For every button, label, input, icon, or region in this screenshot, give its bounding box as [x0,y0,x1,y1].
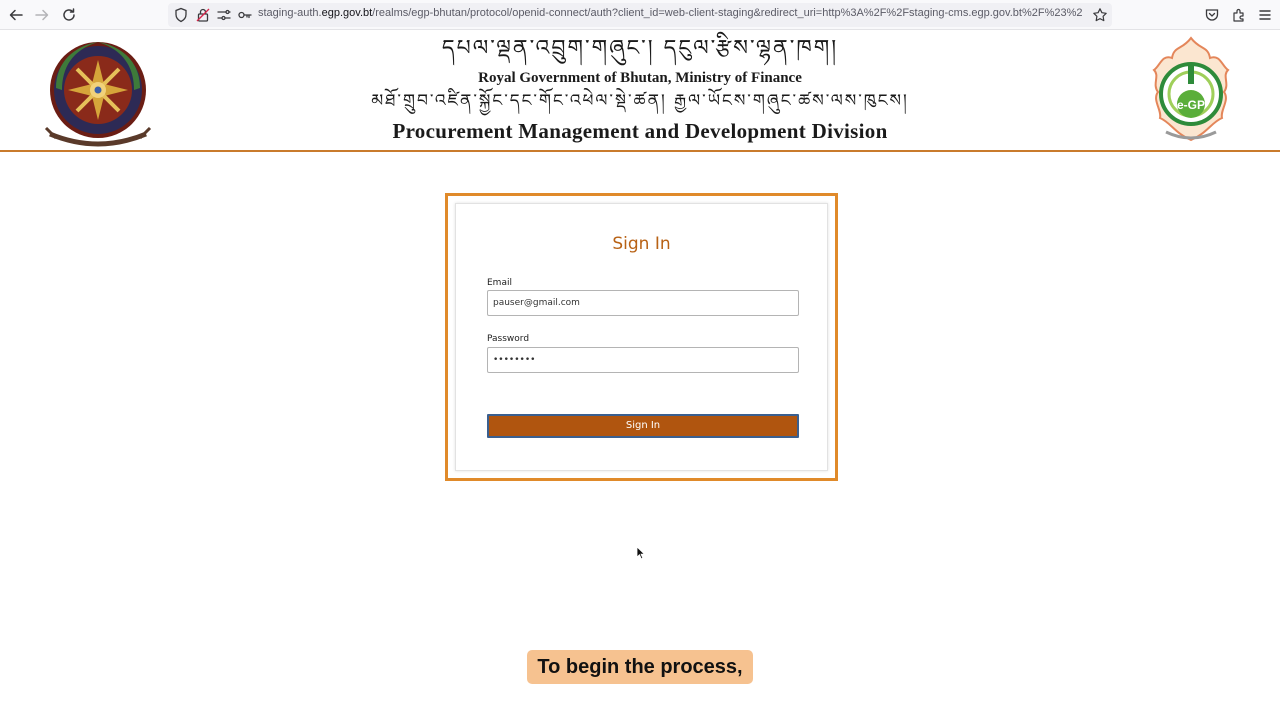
signin-button[interactable]: Sign In [487,414,799,438]
permissions-icon[interactable] [193,5,213,25]
tracking-settings-icon[interactable] [214,5,234,25]
bookmark-star-icon[interactable] [1090,5,1110,25]
site-header: དཔལ་ལྡན་འབྲུག་གཞུང་། དངུལ་རྩིས་ལྷན་ཁག། R… [0,30,1280,152]
url-host-prefix: staging-auth. [258,7,322,19]
video-caption: To begin the process, [527,650,753,684]
pocket-icon[interactable] [1202,5,1222,25]
email-field[interactable]: pauser@gmail.com [487,290,799,316]
signin-title: Sign In [612,234,671,254]
division-title: Procurement Management and Development D… [392,119,888,143]
extensions-icon[interactable] [1229,5,1249,25]
bhutan-emblem-logo [44,42,152,147]
tibetan-division-title: མཐོ་གྲུབ་འཛིན་སྐྱོང་དང་གོང་འཕེལ་སྡེ་ཚན། … [371,91,909,111]
header-titles: དཔལ་ལྡན་འབྲུག་གཞུང་། དངུལ་རྩིས་ལྷན་ཁག། R… [300,30,980,144]
signin-card-frame: Sign In Email pauser@gmail.com Password … [445,193,838,481]
password-label: Password [487,334,530,344]
browser-toolbar: staging-auth.egp.gov.bt/realms/egp-bhuta… [0,0,1280,30]
url-path: /realms/egp-bhutan/protocol/openid-conne… [372,7,1083,19]
url-text: staging-auth.egp.gov.bt/realms/egp-bhuta… [258,7,1086,23]
egp-logo: e-GP [1152,36,1230,142]
back-arrow-icon[interactable] [6,5,26,25]
ministry-title: Royal Government of Bhutan, Ministry of … [478,70,802,86]
menu-hamburger-icon[interactable] [1255,5,1275,25]
address-bar[interactable]: staging-auth.egp.gov.bt/realms/egp-bhuta… [168,3,1112,27]
email-label: Email [487,278,512,288]
egp-logo-text: e-GP [1177,98,1205,112]
reload-icon[interactable] [59,5,79,25]
url-domain: egp.gov.bt [321,7,373,19]
mouse-pointer-icon [636,546,646,560]
forward-arrow-icon[interactable] [32,5,52,25]
tibetan-government-title: དཔལ་ལྡན་འབྲུག་གཞུང་། དངུལ་རྩིས་ལྷན་ཁག། [441,36,839,61]
shield-icon[interactable] [171,5,191,25]
key-icon[interactable] [235,5,255,25]
password-field[interactable]: •••••••• [487,347,799,373]
signin-card: Sign In Email pauser@gmail.com Password … [455,203,828,471]
